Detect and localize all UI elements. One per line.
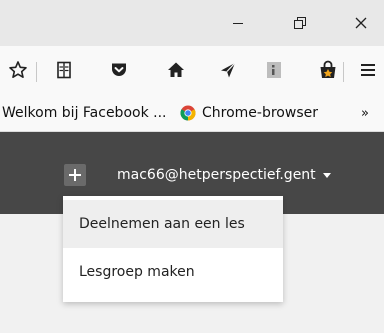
browser-menu-button[interactable] bbox=[352, 54, 384, 86]
add-class-menu: Deelnemen aan een les Lesgroep maken bbox=[63, 196, 283, 302]
menu-icon bbox=[361, 64, 375, 76]
reading-list-icon bbox=[57, 61, 71, 79]
reader-button[interactable] bbox=[258, 54, 290, 86]
home-icon bbox=[168, 62, 184, 77]
bookmark-chrome-browser[interactable]: Chrome-browser bbox=[180, 94, 318, 132]
toolbar-divider bbox=[343, 62, 344, 82]
browser-window: Welkom bij Facebook ... Chrome-browser »… bbox=[0, 0, 384, 333]
title-bar bbox=[0, 0, 384, 46]
caret-down-icon bbox=[322, 172, 331, 178]
account-email: mac66@hetperspectief.gent bbox=[117, 167, 316, 183]
star-icon bbox=[9, 61, 27, 78]
bookmark-label: Welkom bij Facebook ... bbox=[2, 105, 167, 121]
maximize-button[interactable] bbox=[277, 0, 323, 46]
bookmark-facebook[interactable]: Welkom bij Facebook ... bbox=[2, 94, 167, 132]
minimize-button[interactable] bbox=[215, 0, 261, 46]
add-class-button[interactable] bbox=[64, 164, 86, 186]
send-button[interactable] bbox=[212, 54, 244, 86]
close-icon bbox=[355, 17, 367, 29]
shopping-bag-icon bbox=[320, 60, 336, 78]
reader-icon bbox=[267, 62, 281, 78]
minimize-icon bbox=[233, 22, 243, 24]
menu-item-label: Lesgroep maken bbox=[79, 264, 195, 280]
pocket-button[interactable] bbox=[103, 54, 135, 86]
bookmark-star-button[interactable] bbox=[2, 54, 34, 86]
bookmarks-bar: Welkom bij Facebook ... Chrome-browser » bbox=[0, 94, 384, 132]
chrome-icon bbox=[180, 105, 196, 121]
browser-toolbar bbox=[0, 46, 384, 94]
menu-item-create-class[interactable]: Lesgroep maken bbox=[63, 248, 283, 296]
maximize-icon bbox=[294, 17, 306, 29]
toolbar-divider bbox=[36, 62, 37, 82]
reading-list-button[interactable] bbox=[48, 54, 80, 86]
home-button[interactable] bbox=[160, 54, 192, 86]
shopping-bag-button[interactable] bbox=[312, 54, 344, 86]
menu-item-join-class[interactable]: Deelnemen aan een les bbox=[63, 200, 283, 248]
bookmark-label: Chrome-browser bbox=[202, 105, 318, 121]
bookmarks-overflow-button[interactable]: » bbox=[361, 94, 369, 132]
chevron-double-right-icon: » bbox=[361, 105, 369, 121]
send-icon bbox=[221, 62, 236, 78]
close-button[interactable] bbox=[338, 0, 384, 46]
menu-item-label: Deelnemen aan een les bbox=[79, 216, 245, 232]
pocket-icon bbox=[112, 63, 126, 76]
account-switcher[interactable]: mac66@hetperspectief.gent bbox=[117, 164, 331, 186]
